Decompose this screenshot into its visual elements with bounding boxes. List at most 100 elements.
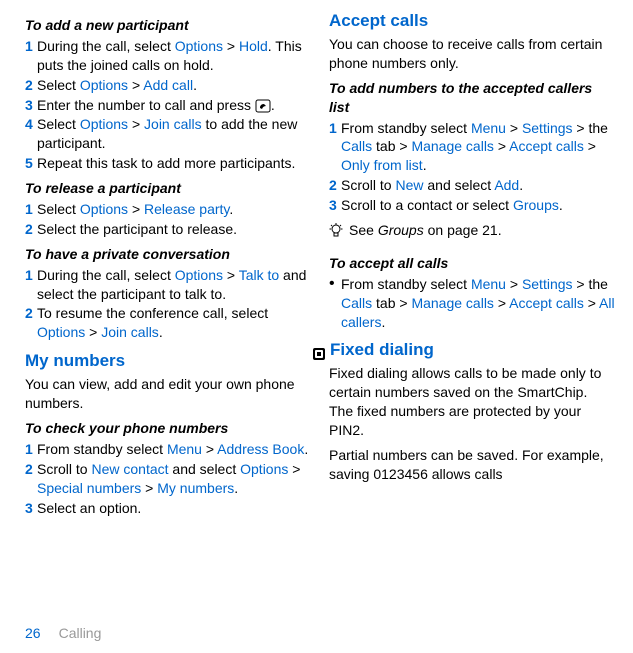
link-join-calls[interactable]: Join calls (144, 116, 202, 132)
section-accept-calls: Accept calls (329, 10, 615, 33)
footer-section: Calling (59, 625, 102, 641)
step-text: From standby select Menu > Address Book. (37, 440, 311, 459)
link-settings[interactable]: Settings (522, 120, 573, 136)
page-number: 26 (25, 625, 41, 641)
sim-card-icon (312, 345, 326, 359)
step-item: 2 Select the participant to release. (25, 220, 311, 239)
section-fixed-dialing: Fixed dialing (312, 339, 615, 362)
link-hold[interactable]: Hold (239, 38, 268, 54)
link-accept-calls[interactable]: Accept calls (509, 295, 584, 311)
step-text: Select Options > Join calls to add the n… (37, 115, 311, 153)
step-text: Select Options > Add call. (37, 76, 311, 95)
step-number: 1 (25, 266, 37, 304)
link-add[interactable]: Add (494, 177, 519, 193)
step-text: During the call, select Options > Hold. … (37, 37, 311, 75)
link-calls-tab[interactable]: Calls (341, 138, 372, 154)
link-menu[interactable]: Menu (471, 120, 506, 136)
link-options[interactable]: Options (37, 324, 85, 340)
link-special-numbers[interactable]: Special numbers (37, 480, 141, 496)
heading-accept-all: To accept all calls (329, 254, 615, 273)
step-item: 3 Enter the number to call and press . (25, 96, 311, 115)
step-text: Select Options > Release party. (37, 200, 311, 219)
body-text: Fixed dialing allows calls to be made on… (329, 364, 615, 440)
step-item: 1 Select Options > Release party. (25, 200, 311, 219)
step-text: From standby select Menu > Settings > th… (341, 119, 615, 176)
step-number: 3 (25, 499, 37, 518)
link-release-party[interactable]: Release party (144, 201, 229, 217)
step-item: • From standby select Menu > Settings > … (329, 275, 615, 332)
step-number: 1 (329, 119, 341, 176)
call-key-icon (255, 99, 271, 113)
link-talk-to[interactable]: Talk to (239, 267, 279, 283)
tip-row: See Groups on page 21. (329, 221, 615, 244)
link-add-call[interactable]: Add call (143, 77, 193, 93)
body-text: You can view, add and edit your own phon… (25, 375, 311, 413)
step-item: 2 Select Options > Add call. (25, 76, 311, 95)
step-item: 3 Select an option. (25, 499, 311, 518)
step-item: 1 From standby select Menu > Address Boo… (25, 440, 311, 459)
step-item: 2 Scroll to New and select Add. (329, 176, 615, 195)
link-address-book[interactable]: Address Book (217, 441, 304, 457)
link-only-from-list[interactable]: Only from list (341, 157, 423, 173)
step-number: 2 (25, 220, 37, 239)
step-item: 4 Select Options > Join calls to add the… (25, 115, 311, 153)
link-options[interactable]: Options (80, 116, 128, 132)
left-column: To add a new participant 1 During the ca… (25, 10, 311, 518)
step-text: Select an option. (37, 499, 311, 518)
step-number: 2 (25, 76, 37, 95)
step-item: 3 Scroll to a contact or select Groups. (329, 196, 615, 215)
step-item: 1 During the call, select Options > Hold… (25, 37, 311, 75)
step-item: 5 Repeat this task to add more participa… (25, 154, 311, 173)
step-text: From standby select Menu > Settings > th… (341, 275, 615, 332)
step-number: 1 (25, 37, 37, 75)
step-text: During the call, select Options > Talk t… (37, 266, 311, 304)
link-options[interactable]: Options (240, 461, 288, 477)
link-join-calls[interactable]: Join calls (101, 324, 159, 340)
link-new-contact[interactable]: New contact (91, 461, 168, 477)
link-new[interactable]: New (395, 177, 423, 193)
step-number: 3 (25, 96, 37, 115)
step-text: Scroll to a contact or select Groups. (341, 196, 615, 215)
link-options[interactable]: Options (175, 38, 223, 54)
body-text: You can choose to receive calls from cer… (329, 35, 615, 73)
link-menu[interactable]: Menu (471, 276, 506, 292)
right-column: Accept calls You can choose to receive c… (329, 10, 615, 518)
step-number: 1 (25, 440, 37, 459)
page-footer: 26 Calling (25, 624, 101, 643)
step-number: 1 (25, 200, 37, 219)
link-options[interactable]: Options (80, 201, 128, 217)
link-groups[interactable]: Groups (513, 197, 559, 213)
bullet: • (329, 275, 341, 332)
step-text: Select the participant to release. (37, 220, 311, 239)
heading-check-numbers: To check your phone numbers (25, 419, 311, 438)
link-accept-calls[interactable]: Accept calls (509, 138, 584, 154)
step-number: 3 (329, 196, 341, 215)
step-text: Scroll to New and select Add. (341, 176, 615, 195)
link-menu[interactable]: Menu (167, 441, 202, 457)
step-item: 1 From standby select Menu > Settings > … (329, 119, 615, 176)
step-item: 2 Scroll to New contact and select Optio… (25, 460, 311, 498)
link-settings[interactable]: Settings (522, 276, 573, 292)
heading-private-conversation: To have a private conversation (25, 245, 311, 264)
step-text: Scroll to New contact and select Options… (37, 460, 311, 498)
body-text: Partial numbers can be saved. For exampl… (329, 446, 615, 484)
link-manage-calls[interactable]: Manage calls (411, 295, 494, 311)
heading-add-participant: To add a new participant (25, 16, 311, 35)
step-text: Repeat this task to add more participant… (37, 154, 311, 173)
step-number: 2 (329, 176, 341, 195)
link-options[interactable]: Options (80, 77, 128, 93)
step-item: 2 To resume the conference call, select … (25, 304, 311, 342)
tip-lightbulb-icon (329, 223, 343, 244)
step-number: 5 (25, 154, 37, 173)
link-manage-calls[interactable]: Manage calls (411, 138, 494, 154)
section-my-numbers: My numbers (25, 350, 311, 373)
link-calls-tab[interactable]: Calls (341, 295, 372, 311)
link-options[interactable]: Options (175, 267, 223, 283)
step-text: Enter the number to call and press . (37, 96, 311, 115)
link-my-numbers[interactable]: My numbers (157, 480, 234, 496)
heading-add-accepted: To add numbers to the accepted callers l… (329, 79, 615, 117)
step-number: 4 (25, 115, 37, 153)
step-item: 1 During the call, select Options > Talk… (25, 266, 311, 304)
step-text: To resume the conference call, select Op… (37, 304, 311, 342)
heading-release-participant: To release a participant (25, 179, 311, 198)
